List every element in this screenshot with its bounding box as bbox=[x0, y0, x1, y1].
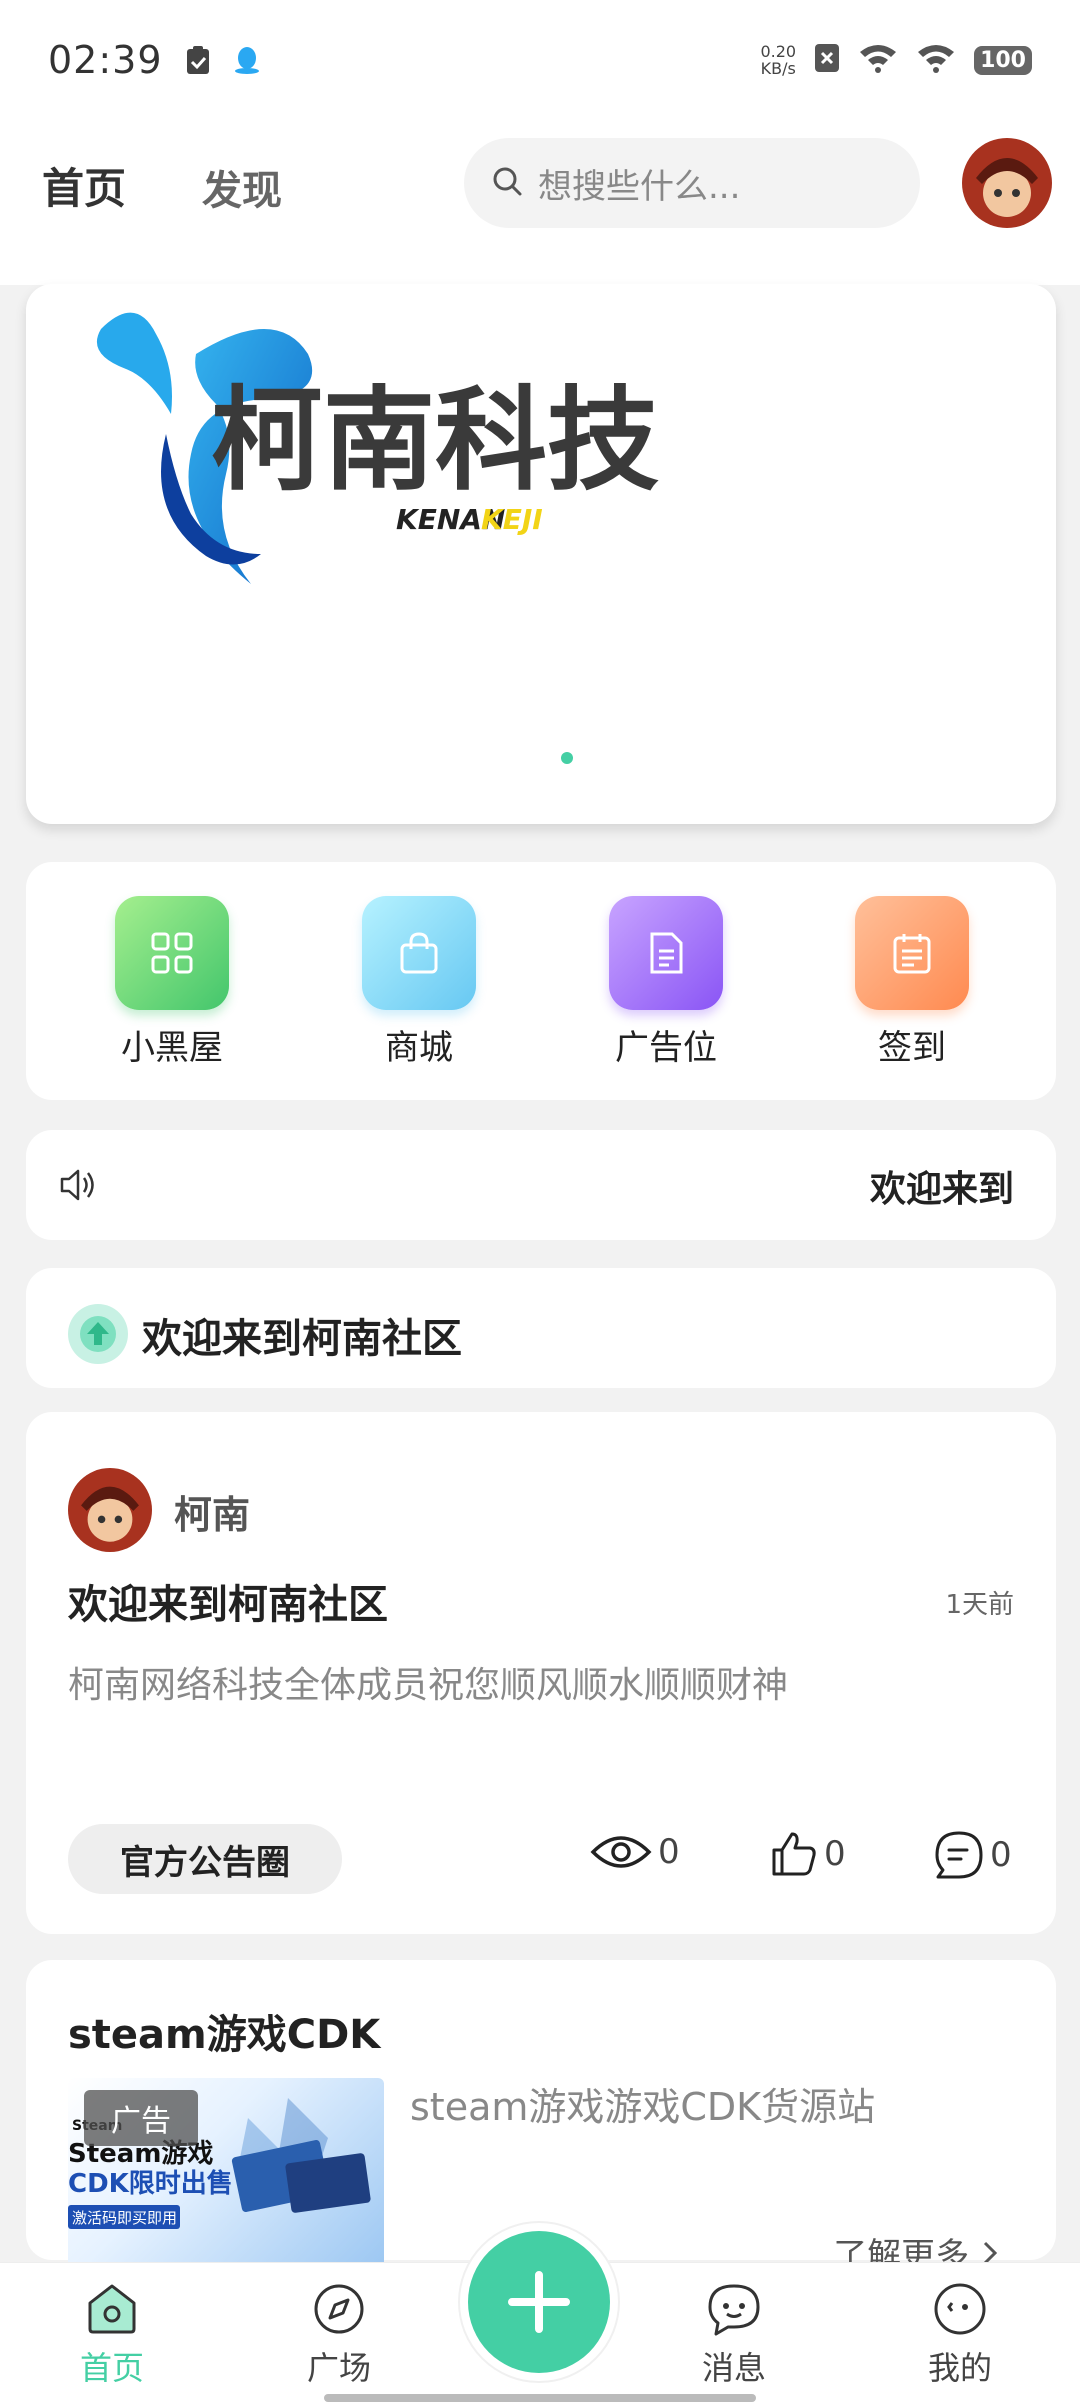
quick-action-blackroom[interactable]: 小黑屋 bbox=[97, 896, 247, 1069]
quick-action-mall[interactable]: 商城 bbox=[344, 896, 494, 1069]
nav-square-label: 广场 bbox=[306, 2349, 371, 2387]
shopping-bag-icon bbox=[362, 896, 476, 1010]
nav-messages-label: 消息 bbox=[701, 2349, 766, 2387]
chat-bubble-icon bbox=[708, 2284, 760, 2336]
quick-action-label: 签到 bbox=[878, 1028, 946, 1068]
views-count: 0 bbox=[658, 1832, 680, 1872]
nav-messages[interactable]: 消息 bbox=[674, 2281, 794, 2389]
ad-image[interactable]: Steam Steam游戏 CDK限时出售 激活码即买即用 广告 bbox=[68, 2078, 384, 2268]
tab-home[interactable]: 首页 bbox=[38, 155, 127, 218]
home-indicator[interactable] bbox=[324, 2394, 756, 2402]
views-stat: 0 bbox=[590, 1830, 680, 1874]
status-time: 02:39 bbox=[48, 38, 163, 82]
thumbs-up-icon bbox=[772, 1832, 816, 1876]
svg-text:激活码即买即用: 激活码即买即用 bbox=[72, 2209, 177, 2227]
status-bar: 02:39 0.20 KB/s 100 bbox=[0, 0, 1080, 120]
search-placeholder: 想搜些什么... bbox=[538, 166, 741, 207]
create-post-button[interactable] bbox=[468, 2231, 610, 2373]
nav-square[interactable]: 广场 bbox=[279, 2281, 399, 2389]
top-header: 首页 发现 想搜些什么... bbox=[0, 120, 1080, 285]
svg-text:KEJI: KEJI bbox=[481, 503, 543, 536]
quick-action-label: 商城 bbox=[385, 1028, 453, 1068]
post-body: 柯南网络科技全体成员祝您顺风顺水顺顺财神 bbox=[68, 1665, 789, 1706]
network-speed: 0.20 KB/s bbox=[760, 43, 796, 77]
nav-profile-label: 我的 bbox=[927, 2349, 992, 2387]
quick-action-label: 广告位 bbox=[615, 1028, 717, 1068]
compass-icon bbox=[314, 2284, 364, 2334]
tab-discover[interactable]: 发现 bbox=[202, 158, 282, 216]
arrow-up-icon bbox=[68, 1304, 128, 1364]
likes-count: 0 bbox=[824, 1834, 846, 1874]
author-avatar[interactable] bbox=[68, 1468, 152, 1552]
carousel-indicator[interactable] bbox=[561, 752, 573, 764]
battery-indicator: 100 bbox=[974, 45, 1032, 75]
nav-profile[interactable]: 我的 bbox=[900, 2281, 1020, 2389]
section-header: 欢迎来到柯南社区 bbox=[26, 1268, 1056, 1388]
post-time: 1天前 bbox=[945, 1590, 1014, 1620]
quick-actions: 小黑屋 商城 广告位 签到 bbox=[26, 862, 1056, 1100]
calendar-icon bbox=[855, 896, 969, 1010]
search-input[interactable]: 想搜些什么... bbox=[464, 138, 920, 228]
svg-text:柯南科技: 柯南科技 bbox=[211, 376, 659, 506]
nav-home[interactable]: 首页 bbox=[52, 2281, 172, 2389]
wifi-icon bbox=[916, 42, 956, 78]
home-icon bbox=[88, 2284, 136, 2334]
profile-face-icon bbox=[934, 2283, 986, 2335]
ad-title[interactable]: steam游戏CDK bbox=[68, 2002, 380, 2060]
section-title: 欢迎来到柯南社区 bbox=[142, 1316, 462, 1362]
speaker-icon bbox=[58, 1166, 98, 1208]
net-speed-unit: KB/s bbox=[760, 59, 796, 78]
clipboard-icon bbox=[185, 45, 211, 75]
plus-icon bbox=[508, 2271, 570, 2333]
sim-off-icon bbox=[814, 43, 840, 77]
ad-description: steam游戏游戏CDK货源站 bbox=[410, 2085, 876, 2129]
ad-card[interactable]: steam游戏CDK Steam Steam游戏 CDK限时出售 激活码即买即用… bbox=[26, 1960, 1056, 2276]
quick-action-ad-slot[interactable]: 广告位 bbox=[591, 896, 741, 1069]
banner-carousel[interactable]: 柯南科技 KENAN KEJI bbox=[26, 284, 1056, 824]
quick-action-checkin[interactable]: 签到 bbox=[837, 896, 987, 1069]
wifi-signal-icon bbox=[858, 42, 898, 78]
comment-icon bbox=[935, 1831, 983, 1879]
qq-icon bbox=[233, 45, 261, 75]
notice-text: 欢迎来到 bbox=[870, 1169, 1015, 1210]
bottom-navigation: 首页 广场 消息 我的 bbox=[0, 2221, 1080, 2408]
notice-bar[interactable]: 欢迎来到 bbox=[26, 1130, 1056, 1240]
post-card[interactable]: 柯南 欢迎来到柯南社区 1天前 柯南网络科技全体成员祝您顺风顺水顺顺财神 官方公… bbox=[26, 1412, 1056, 1934]
ad-badge: 广告 bbox=[84, 2090, 198, 2146]
tab-home-label: 首页 bbox=[42, 164, 127, 213]
post-author[interactable]: 柯南 bbox=[174, 1484, 250, 1539]
quick-action-label: 小黑屋 bbox=[121, 1028, 223, 1068]
post-title[interactable]: 欢迎来到柯南社区 bbox=[68, 1572, 388, 1630]
comments-count: 0 bbox=[990, 1835, 1012, 1875]
comment-button[interactable]: 0 bbox=[934, 1830, 1012, 1880]
svg-text:CDK限时出售: CDK限时出售 bbox=[68, 2168, 233, 2199]
kenan-logo: 柯南科技 KENAN KEJI bbox=[96, 312, 659, 584]
post-circle-tag[interactable]: 官方公告圈 bbox=[68, 1824, 342, 1894]
eye-icon bbox=[590, 1836, 652, 1868]
grid-icon bbox=[115, 896, 229, 1010]
net-speed-value: 0.20 bbox=[760, 42, 797, 61]
document-icon bbox=[609, 896, 723, 1010]
nav-home-label: 首页 bbox=[79, 2349, 144, 2387]
like-button[interactable]: 0 bbox=[770, 1830, 846, 1878]
user-avatar[interactable] bbox=[962, 138, 1052, 228]
search-icon bbox=[490, 164, 524, 202]
